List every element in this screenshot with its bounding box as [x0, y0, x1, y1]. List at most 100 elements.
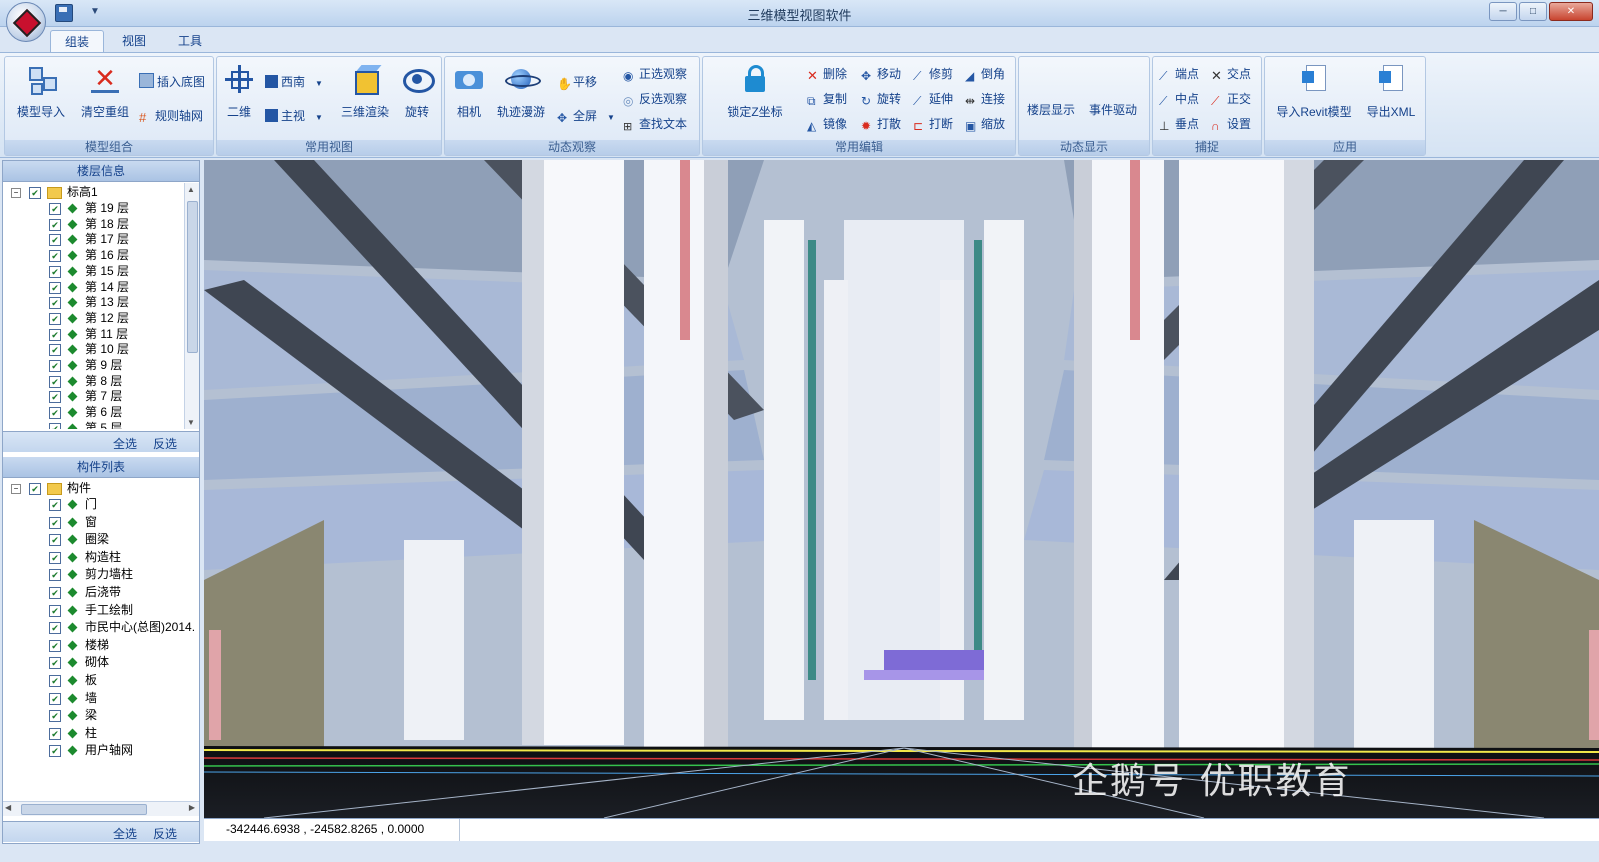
delete-button[interactable]: ✕ 删除 — [807, 65, 847, 83]
component-item[interactable]: ✔ 板 — [3, 673, 199, 688]
3d-viewport[interactable]: 企鹅号 优职教育 — [204, 160, 1599, 818]
item-checkbox[interactable]: ✔ — [49, 587, 61, 599]
hscroll-thumb[interactable] — [21, 804, 147, 815]
collapse-icon[interactable]: − — [11, 188, 21, 198]
component-tree-root[interactable]: − ✔ 构件 — [3, 481, 199, 496]
positive-select-button[interactable]: ◉ 正选观察 — [623, 65, 687, 83]
item-checkbox[interactable]: ✔ — [49, 250, 61, 263]
component-item[interactable]: ✔ 墙 — [3, 691, 199, 706]
component-item[interactable]: ✔ 用户轴网 — [3, 743, 199, 758]
item-checkbox[interactable]: ✔ — [49, 692, 61, 705]
item-checkbox[interactable]: ✔ — [49, 534, 61, 547]
chamfer-button[interactable]: ◢ 倒角 — [965, 65, 1005, 83]
component-item[interactable]: ✔ 构造柱 — [3, 550, 199, 565]
item-checkbox[interactable]: ✔ — [49, 375, 61, 388]
component-select-all-button[interactable]: 全选 — [113, 825, 137, 842]
item-checkbox[interactable]: ✔ — [49, 265, 61, 278]
floor-item[interactable]: ✔ 第 6 层 — [3, 405, 183, 420]
floor-select-all-button[interactable]: 全选 — [113, 435, 137, 452]
item-checkbox[interactable]: ✔ — [49, 203, 61, 215]
view-2d-button[interactable]: 二维 — [207, 63, 271, 120]
item-checkbox[interactable]: ✔ — [49, 297, 61, 310]
import-revit-button[interactable]: 导入Revit模型 — [1269, 63, 1359, 120]
component-item[interactable]: ✔ 砌体 — [3, 655, 199, 670]
floor-item[interactable]: ✔ 第 17 层 — [3, 232, 183, 247]
item-checkbox[interactable]: ✔ — [49, 657, 61, 670]
connect-button[interactable]: ⇹ 连接 — [965, 90, 1005, 108]
rule-axis-button[interactable]: # 规则轴网 — [139, 107, 203, 125]
export-xml-button[interactable]: 导出XML — [1359, 63, 1423, 120]
snap-intersect-toggle[interactable]: ✕ 交点 — [1211, 65, 1251, 83]
component-item[interactable]: ✔ 楼梯 — [3, 638, 199, 653]
component-item[interactable]: ✔ 柱 — [3, 726, 199, 741]
component-item[interactable]: ✔ 市民中心(总图)2014. — [3, 620, 199, 635]
component-item[interactable]: ✔ 剪力墙柱 — [3, 567, 199, 582]
item-checkbox[interactable]: ✔ — [49, 622, 61, 635]
floor-item[interactable]: ✔ 第 13 层 — [3, 295, 183, 310]
insert-base-button[interactable]: 插入底图 — [139, 73, 205, 91]
floor-tree-scrollbar[interactable]: ▲ ▼ — [184, 183, 199, 429]
scroll-down-icon[interactable]: ▼ — [187, 418, 195, 427]
floor-item[interactable]: ✔ 第 12 层 — [3, 311, 183, 326]
item-checkbox[interactable]: ✔ — [49, 328, 61, 341]
copy-button[interactable]: ⧉ 复制 — [807, 90, 847, 108]
snap-midpoint-toggle[interactable]: ⟋ 中点 — [1159, 90, 1199, 108]
southwest-view-button[interactable]: 西南 ▼ — [265, 73, 323, 91]
item-checkbox[interactable]: ✔ — [49, 422, 61, 429]
floor-item[interactable]: ✔ 第 8 层 — [3, 374, 183, 389]
component-item[interactable]: ✔ 手工绘制 — [3, 603, 199, 618]
app-menu-button[interactable] — [6, 2, 46, 42]
item-checkbox[interactable]: ✔ — [49, 281, 61, 294]
item-checkbox[interactable]: ✔ — [49, 391, 61, 404]
snap-endpoint-toggle[interactable]: ⟋ 端点 — [1159, 65, 1199, 83]
minimize-button[interactable]: ─ — [1489, 2, 1517, 21]
tab-view[interactable]: 视图 — [108, 30, 160, 52]
item-checkbox[interactable]: ✔ — [49, 407, 61, 420]
item-checkbox[interactable]: ✔ — [49, 639, 61, 652]
extend-button[interactable]: ⟋ 延伸 — [913, 90, 953, 108]
floor-tree-root[interactable]: − ✔ 标高1 — [3, 185, 183, 200]
floor-item[interactable]: ✔ 第 15 层 — [3, 264, 183, 279]
item-checkbox[interactable]: ✔ — [49, 745, 61, 758]
floor-item[interactable]: ✔ 第 9 层 — [3, 358, 183, 373]
scroll-left-icon[interactable]: ◀ — [5, 803, 11, 812]
break-button[interactable]: ⊏ 打断 — [913, 115, 953, 133]
component-item[interactable]: ✔ 后浇带 — [3, 585, 199, 600]
component-item[interactable]: ✔ 窗 — [3, 515, 199, 530]
floor-item[interactable]: ✔ 第 18 层 — [3, 217, 183, 232]
maximize-button[interactable]: □ — [1519, 2, 1547, 21]
item-checkbox[interactable]: ✔ — [49, 551, 61, 564]
chevron-down-icon[interactable]: ▼ — [607, 113, 615, 122]
snap-ortho-toggle[interactable]: ⟋ 正交 — [1211, 90, 1251, 108]
clear-rebuild-button[interactable]: ✕ 清空重组 — [73, 63, 137, 120]
component-item[interactable]: ✔ 门 — [3, 497, 199, 512]
item-checkbox[interactable]: ✔ — [49, 516, 61, 529]
item-checkbox[interactable]: ✔ — [49, 727, 61, 740]
snap-perp-toggle[interactable]: ⊥ 垂点 — [1159, 115, 1199, 133]
floor-item[interactable]: ✔ 第 19 层 — [3, 201, 183, 216]
pan-button[interactable]: ✋平移 — [557, 73, 597, 91]
chevron-down-icon[interactable]: ▼ — [315, 79, 323, 88]
model-import-button[interactable]: 模型导入 — [9, 63, 73, 120]
component-item[interactable]: ✔ 梁 — [3, 708, 199, 723]
chevron-down-icon[interactable]: ▼ — [315, 113, 323, 122]
item-checkbox[interactable]: ✔ — [49, 344, 61, 357]
scatter-button[interactable]: ✹ 打散 — [861, 115, 901, 133]
item-checkbox[interactable]: ✔ — [49, 675, 61, 687]
close-button[interactable]: ✕ — [1549, 2, 1593, 21]
item-checkbox[interactable]: ✔ — [49, 499, 61, 511]
floor-invert-button[interactable]: 反选 — [153, 435, 177, 452]
tab-assemble[interactable]: 组装 — [50, 30, 105, 53]
item-checkbox[interactable]: ✔ — [49, 569, 61, 582]
scroll-thumb[interactable] — [187, 201, 198, 353]
floor-item[interactable]: ✔ 第 11 层 — [3, 327, 183, 342]
fullscreen-button[interactable]: ✥ 全屏 ▼ — [557, 107, 615, 125]
event-drive-button[interactable]: 事件驱动 — [1089, 101, 1137, 119]
scroll-right-icon[interactable]: ▶ — [189, 803, 195, 812]
item-checkbox[interactable]: ✔ — [49, 234, 61, 247]
rotate-button[interactable]: ↻ 旋转 — [861, 90, 901, 108]
main-view-button[interactable]: 主视 ▼ — [265, 107, 323, 125]
component-invert-button[interactable]: 反选 — [153, 825, 177, 842]
floor-item[interactable]: ✔ 第 5 层 — [3, 421, 183, 429]
component-hscrollbar[interactable]: ◀ ▶ — [3, 801, 199, 816]
